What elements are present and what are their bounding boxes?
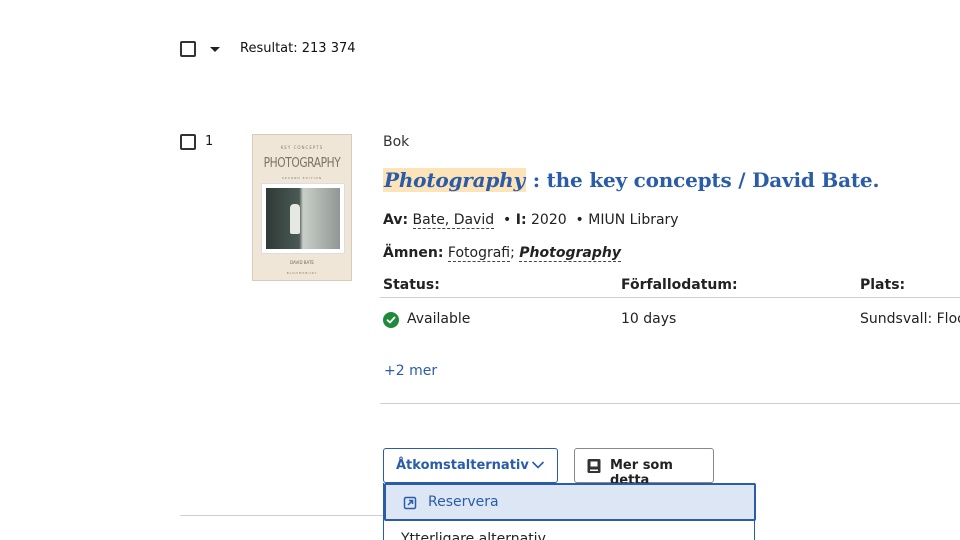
cover-subtitle: SECOND EDITION	[281, 176, 323, 180]
subjects-line: Ämnen: Fotografi; Photography	[383, 245, 621, 262]
cover-title: PHOTOGRAPHY	[263, 156, 341, 171]
author-label: Av:	[383, 212, 409, 228]
subjects-label: Ämnen:	[383, 245, 444, 261]
subject-link-1[interactable]: Fotografi	[447, 245, 511, 262]
access-options-label: Åtkomstalternativ	[396, 458, 529, 473]
select-all-checkbox[interactable]	[180, 41, 196, 57]
author-line: Av: Bate, David • I: 2020 • MIUN Library	[383, 212, 679, 229]
menu-item-reserve-label: Reservera	[428, 494, 499, 510]
menu-item-reserve[interactable]: Reservera	[384, 483, 756, 521]
due-value: 10 days	[621, 311, 677, 327]
book-icon	[587, 459, 601, 473]
cover-publisher: BLOOMSBURY	[286, 271, 318, 275]
book-cover[interactable]: KEY CONCEPTS PHOTOGRAPHY SECOND EDITION …	[252, 134, 352, 281]
cover-author: DAVID BATE	[290, 260, 314, 265]
cover-photo	[261, 183, 345, 254]
cover-series: KEY CONCEPTS	[280, 145, 324, 150]
title-highlight: Photography	[383, 168, 526, 192]
table-divider	[380, 297, 960, 298]
external-link-icon	[403, 496, 417, 510]
more-holdings-link[interactable]: +2 mer	[384, 363, 437, 379]
location-value: Sundsvall: Floor	[860, 311, 960, 327]
library-name: MIUN Library	[588, 212, 679, 228]
subject-link-2[interactable]: Photography	[519, 245, 621, 262]
record-title-link[interactable]: Photography : the key concepts / David B…	[383, 168, 879, 192]
results-count: Resultat: 213 374	[240, 41, 356, 56]
chevron-down-icon[interactable]	[210, 47, 220, 52]
due-header: Förfallodatum:	[621, 277, 738, 293]
access-options-button[interactable]: Åtkomstalternativ	[383, 448, 558, 483]
record-number: 1	[205, 134, 214, 149]
location-header: Plats:	[860, 277, 906, 293]
record-checkbox[interactable]	[180, 134, 196, 150]
status-value: Available	[407, 311, 471, 327]
menu-item-further-options[interactable]: Ytterligare alternativ	[401, 531, 546, 540]
more-like-this-button[interactable]: Mer som detta	[574, 448, 714, 488]
chevron-down-icon	[531, 461, 545, 469]
status-header: Status:	[383, 277, 440, 293]
year-label: I:	[515, 212, 527, 228]
check-circle-icon	[383, 312, 399, 328]
record-divider	[180, 515, 383, 516]
title-rest: : the key concepts / David Bate.	[525, 168, 880, 192]
record-format: Bok	[383, 134, 410, 150]
author-link[interactable]: Bate, David	[412, 212, 495, 229]
year-value: 2020	[531, 212, 567, 228]
section-divider	[380, 403, 960, 404]
access-options-menu: Reservera Ytterligare alternativ	[383, 483, 756, 540]
